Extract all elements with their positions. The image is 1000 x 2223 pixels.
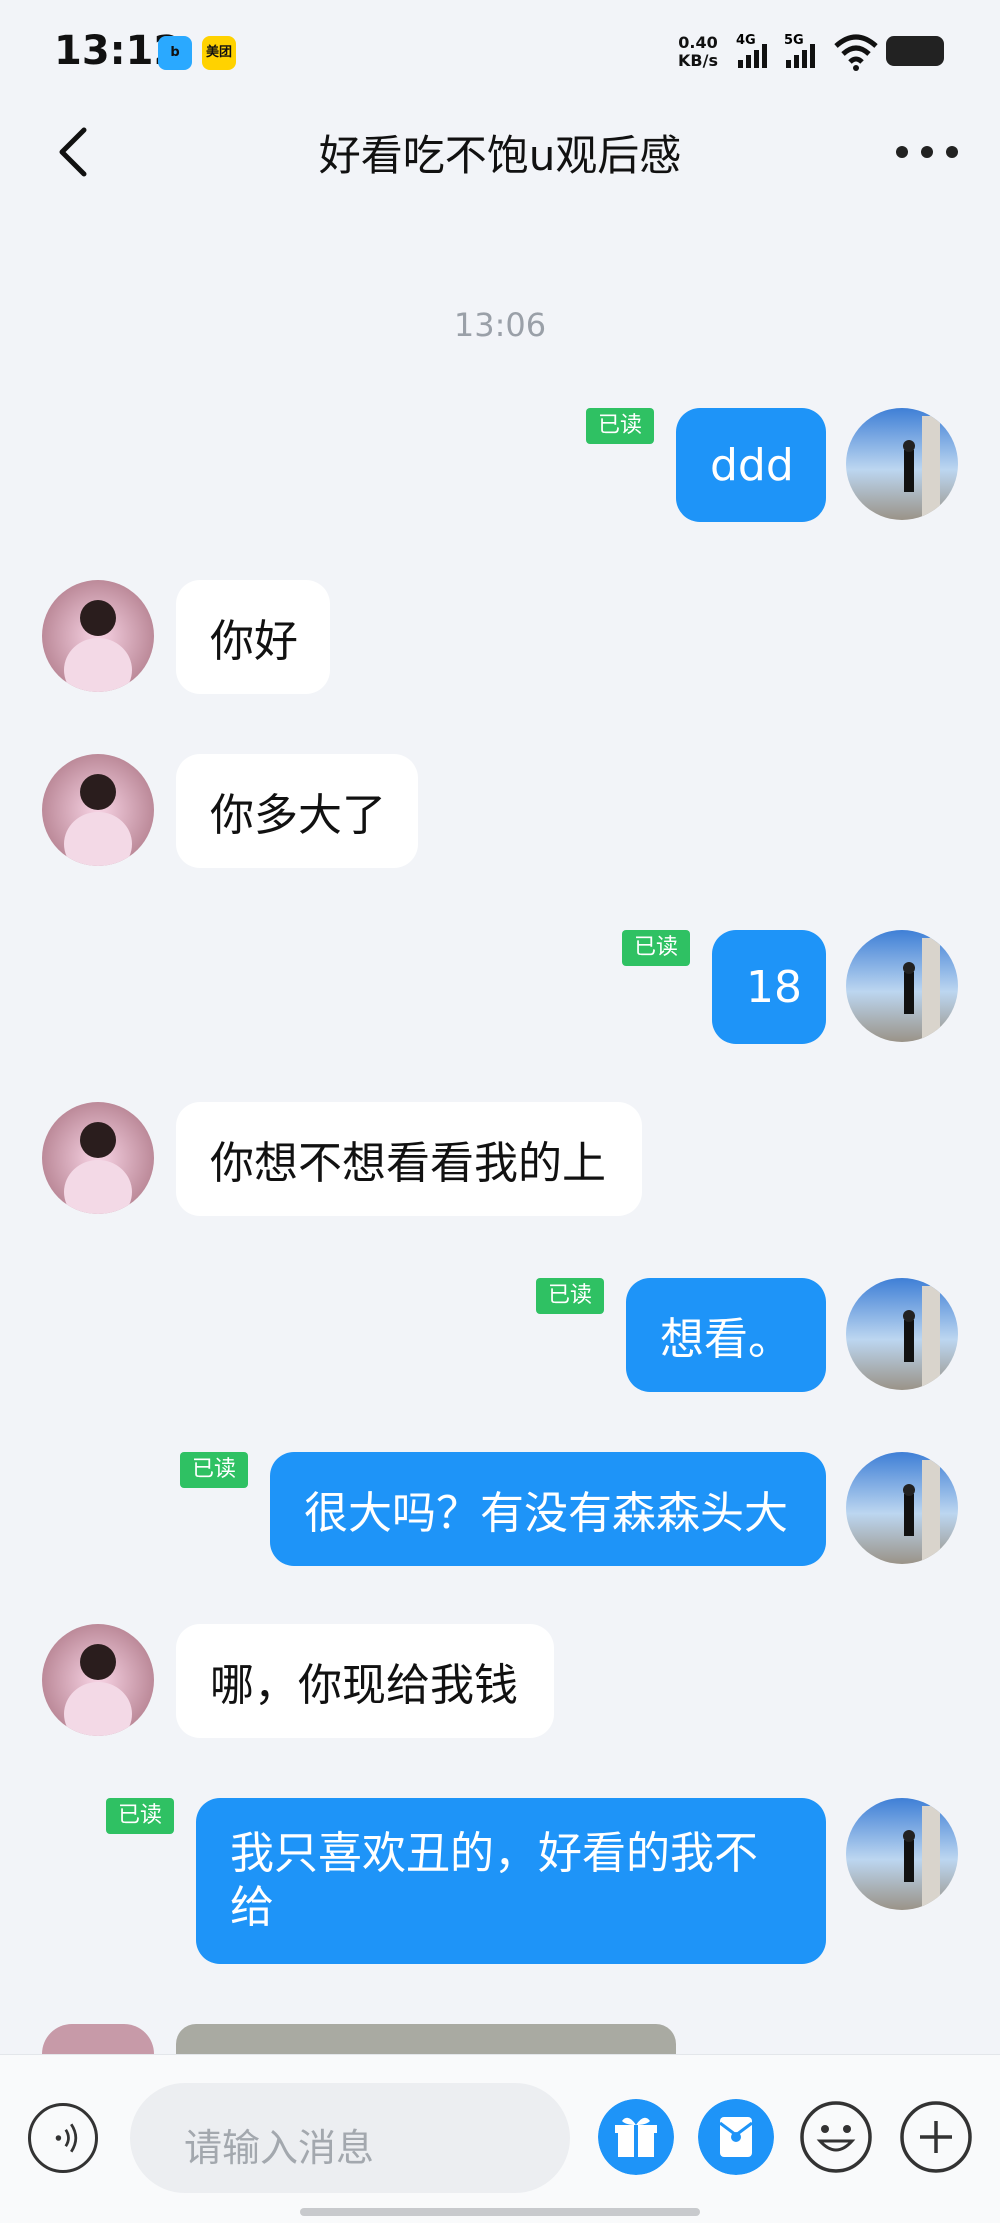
peer-message-bubble[interactable]: 哪，你现给我钱 bbox=[176, 1624, 554, 1738]
my-avatar[interactable] bbox=[846, 1798, 958, 1910]
input-bar: 请输入消息 bbox=[0, 2054, 1000, 2223]
back-arrow-icon[interactable] bbox=[54, 126, 102, 178]
network-speed: 0.40 KB/s bbox=[678, 33, 718, 70]
svg-text:5G: 5G bbox=[784, 33, 804, 48]
battery-icon bbox=[886, 36, 944, 66]
read-receipt: 已读 bbox=[536, 1278, 605, 1314]
svg-text:4G: 4G bbox=[736, 33, 756, 48]
signal-4g-icon: 4G bbox=[736, 33, 767, 68]
my-message-bubble[interactable]: 18 bbox=[712, 930, 826, 1044]
home-indicator bbox=[300, 2208, 700, 2216]
peer-avatar[interactable] bbox=[42, 1102, 154, 1214]
peer-avatar[interactable] bbox=[42, 1624, 154, 1736]
peer-avatar[interactable] bbox=[42, 2024, 154, 2054]
peer-image-message[interactable] bbox=[176, 2024, 676, 2054]
signal-5g-icon: 5G bbox=[784, 33, 815, 68]
message-timestamp: 13:06 bbox=[453, 306, 547, 344]
my-avatar[interactable] bbox=[846, 408, 958, 520]
my-avatar[interactable] bbox=[846, 1452, 958, 1564]
peer-message-bubble[interactable]: 你想不想看看我的上 bbox=[176, 1102, 642, 1216]
peer-avatar[interactable] bbox=[42, 580, 154, 692]
status-bar: 13:12 b 美团 0.40 KB/s 4G 5G bbox=[0, 0, 1000, 104]
plus-icon[interactable] bbox=[898, 2099, 974, 2175]
peer-message-bubble[interactable]: 你好 bbox=[176, 580, 330, 694]
message-input[interactable]: 请输入消息 bbox=[130, 2083, 570, 2193]
my-message-bubble[interactable]: 很大吗？有没有森森头大 bbox=[270, 1452, 826, 1566]
emoji-icon[interactable] bbox=[798, 2099, 874, 2175]
my-avatar[interactable] bbox=[846, 1278, 958, 1390]
read-receipt: 已读 bbox=[586, 408, 655, 444]
peer-avatar[interactable] bbox=[42, 754, 154, 866]
message-input-placeholder: 请输入消息 bbox=[184, 2126, 375, 2170]
my-message-bubble[interactable]: 想看。 bbox=[626, 1278, 826, 1392]
voice-icon[interactable] bbox=[28, 2103, 98, 2173]
wifi-icon bbox=[834, 34, 878, 71]
read-receipt: 已读 bbox=[106, 1798, 175, 1834]
my-message-bubble[interactable]: 我只喜欢丑的，好看的我不 给 bbox=[196, 1798, 826, 1964]
chat-header: 好看吃不饱u观后感 bbox=[0, 104, 1000, 200]
read-receipt: 已读 bbox=[180, 1452, 249, 1488]
read-receipt: 已读 bbox=[622, 930, 691, 966]
more-icon[interactable] bbox=[892, 132, 962, 172]
meituan-app-badge: 美团 bbox=[202, 36, 236, 70]
red-packet-icon[interactable] bbox=[698, 2099, 774, 2175]
chat-title: 好看吃不饱u观后感 bbox=[318, 131, 682, 180]
peer-message-bubble[interactable]: 你多大了 bbox=[176, 754, 418, 868]
notification-app-badge: b bbox=[158, 36, 192, 70]
my-message-bubble[interactable]: ddd bbox=[676, 408, 826, 522]
my-avatar[interactable] bbox=[846, 930, 958, 1042]
gift-icon[interactable] bbox=[598, 2099, 674, 2175]
